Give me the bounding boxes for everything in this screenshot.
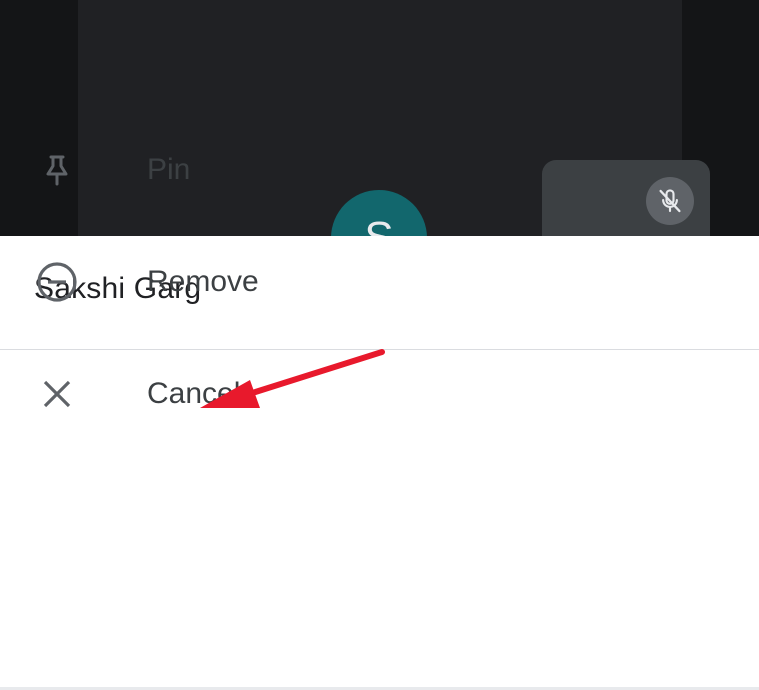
pin-icon bbox=[34, 147, 80, 193]
remove-menu-item[interactable]: Remove bbox=[0, 226, 759, 338]
cancel-label: Cancel bbox=[147, 377, 241, 410]
pin-label: Pin bbox=[147, 153, 191, 186]
close-icon bbox=[34, 371, 80, 417]
cancel-menu-item[interactable]: Cancel bbox=[0, 338, 759, 450]
remove-label: Remove bbox=[147, 265, 259, 298]
pin-menu-item[interactable]: Pin bbox=[0, 114, 759, 226]
remove-circle-icon bbox=[34, 259, 80, 305]
